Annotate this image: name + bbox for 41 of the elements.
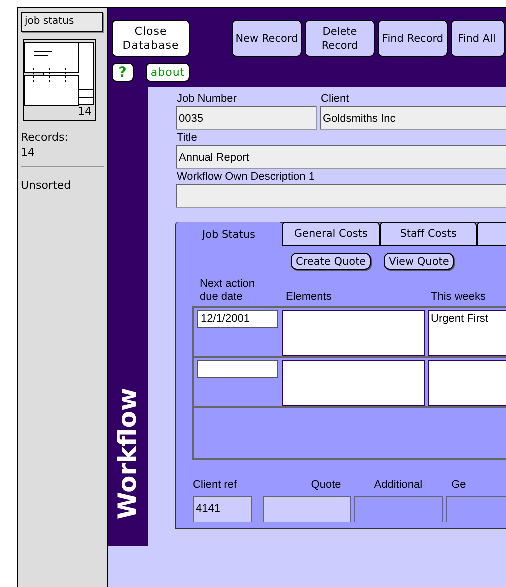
quote-button[interactable]: Create Quote: [291, 253, 372, 270]
toolbar-button[interactable]: Find Record: [378, 20, 448, 57]
toolbar-button[interactable]: Find All: [451, 20, 505, 57]
client-field[interactable]: Goldsmiths Inc: [320, 106, 506, 130]
quote-button[interactable]: View Quote: [384, 253, 454, 270]
field-label: Quote: [310, 479, 342, 492]
field-label: Client ref: [193, 479, 238, 492]
toolbar-button[interactable]: New Record: [232, 20, 302, 57]
footer-field[interactable]: 4141: [193, 496, 252, 522]
field-label: Job Number: [176, 92, 238, 106]
this-weeks-field[interactable]: [428, 360, 506, 406]
date-field[interactable]: [197, 360, 278, 378]
close-database-button[interactable]: Close Database: [112, 20, 190, 57]
elements-field[interactable]: [282, 360, 425, 406]
title-field[interactable]: Annual Report: [176, 145, 506, 169]
column-header: Next action due date: [200, 278, 256, 304]
field-label: Client: [320, 92, 350, 106]
elements-field[interactable]: [282, 310, 425, 356]
layout-title: Workflow: [113, 388, 143, 520]
footer-field[interactable]: [354, 496, 443, 522]
help-button[interactable]: ?: [112, 63, 134, 82]
field-label: Title: [176, 131, 198, 145]
job-number-field[interactable]: 0035: [176, 106, 317, 130]
about-button[interactable]: about: [146, 63, 190, 82]
records-label: Records:: [21, 130, 70, 145]
this-weeks-field[interactable]: Urgent First: [428, 310, 506, 356]
column-header: Elements: [286, 291, 333, 304]
toolbar-button[interactable]: Delete Record: [305, 20, 375, 57]
record-count: 14: [78, 106, 93, 118]
date-field[interactable]: 12/1/2001: [197, 310, 278, 328]
column-header: This weeks: [431, 291, 488, 304]
field-label: Workflow Own Description 1: [176, 170, 316, 184]
records-count: 14: [21, 145, 36, 160]
sort-status: Unsorted: [21, 179, 72, 192]
tab[interactable]: General Costs: [282, 222, 380, 246]
tab[interactable]: Staff Costs: [380, 222, 477, 246]
field-label: Ge: [450, 479, 468, 492]
footer-field[interactable]: [262, 496, 352, 522]
field-label: Additional: [373, 479, 424, 492]
layout-menu[interactable]: job status: [21, 12, 103, 32]
description-field[interactable]: [176, 184, 506, 208]
